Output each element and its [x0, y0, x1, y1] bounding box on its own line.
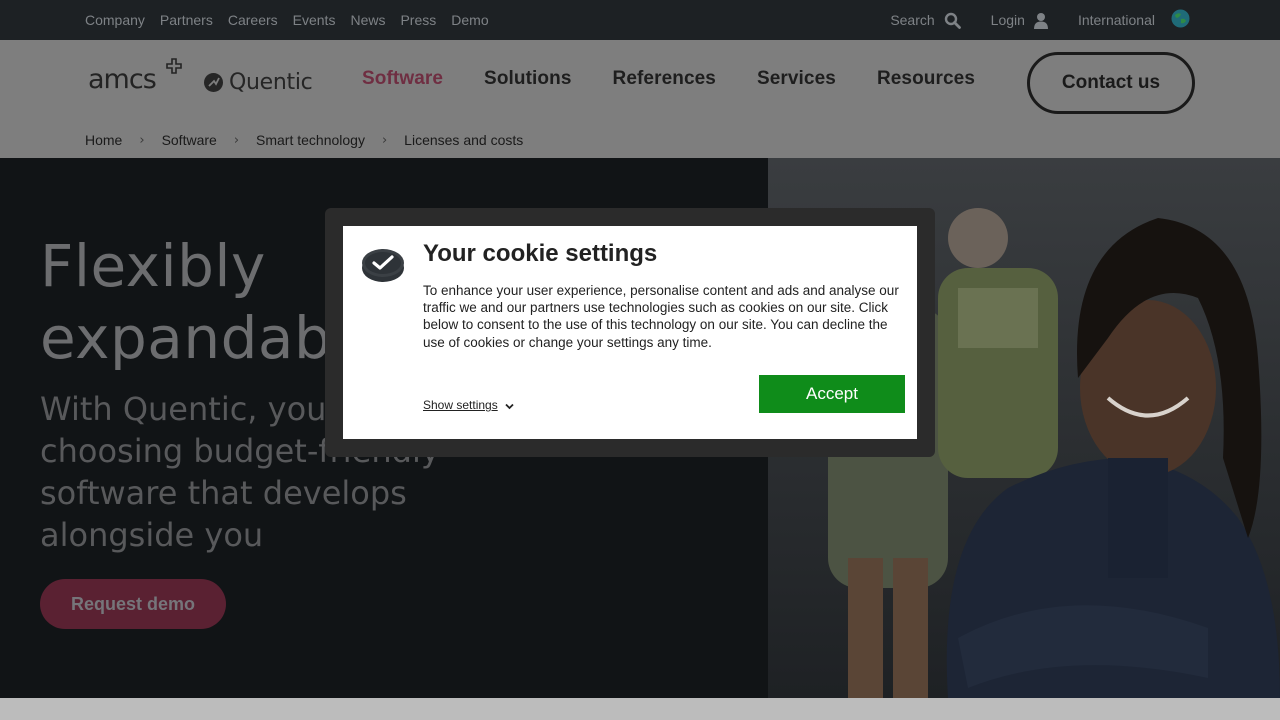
utility-link-news[interactable]: News: [350, 12, 385, 28]
nav-item-services[interactable]: Services: [757, 68, 836, 90]
amcs-logo-text: amcs: [88, 64, 156, 92]
quentic-logo-icon: [204, 72, 223, 92]
search-icon: [944, 12, 961, 29]
breadcrumb-items: Home › Software › Smart technology › Lic…: [85, 132, 523, 148]
main-navigation: amcs Quentic Software Solutions Referenc…: [0, 40, 1280, 124]
breadcrumb-software[interactable]: Software: [162, 132, 217, 148]
user-icon: [1033, 12, 1048, 29]
utility-actions: Search Login International: [890, 0, 1190, 40]
breadcrumb-home[interactable]: Home: [85, 132, 122, 148]
login-label: Login: [990, 12, 1025, 28]
nav-item-software[interactable]: Software: [362, 68, 443, 90]
quentic-logo[interactable]: Quentic: [203, 70, 313, 95]
contact-us-button[interactable]: Contact us: [1027, 52, 1195, 114]
show-settings-label: Show settings: [423, 398, 498, 412]
cookie-dialog-text: To enhance your user experience, persona…: [423, 283, 899, 350]
search-button[interactable]: Search: [890, 12, 961, 29]
breadcrumb-separator: ›: [139, 132, 145, 148]
hero-title-line-2: expandab: [40, 304, 332, 372]
hero-subtitle-line-4: alongside you: [40, 516, 264, 554]
hero-title-line-1: Flexibly: [40, 232, 266, 300]
region-selector[interactable]: International: [1077, 9, 1190, 28]
cookie-icon: [360, 246, 406, 288]
breadcrumb-separator: ›: [233, 132, 240, 148]
accept-cookies-button[interactable]: Accept: [759, 375, 905, 413]
request-demo-button[interactable]: Request demo: [40, 579, 226, 629]
utility-link-company[interactable]: Company: [85, 12, 145, 28]
footer-strip: [0, 698, 1280, 720]
breadcrumb: Home › Software › Smart technology › Lic…: [0, 124, 1280, 158]
breadcrumb-separator: ›: [381, 132, 388, 148]
region-label: International: [1077, 12, 1155, 28]
nav-item-solutions[interactable]: Solutions: [484, 68, 571, 90]
breadcrumb-smart-technology[interactable]: Smart technology: [256, 132, 365, 148]
utility-link-partners[interactable]: Partners: [160, 12, 213, 28]
cookie-dialog-title: Your cookie settings: [423, 240, 658, 267]
globe-icon: [1171, 9, 1190, 27]
search-label: Search: [890, 12, 935, 28]
nav-item-references[interactable]: References: [613, 68, 716, 90]
amcs-logo-graphic: amcs: [88, 58, 182, 95]
chevron-down-icon: [505, 403, 514, 410]
utility-link-press[interactable]: Press: [400, 12, 436, 28]
utility-links: Company Partners Careers Events News Pre…: [85, 0, 489, 40]
show-settings-link[interactable]: Show settings: [423, 398, 514, 412]
breadcrumb-licenses-and-costs: Licenses and costs: [404, 132, 524, 148]
utility-bar: Company Partners Careers Events News Pre…: [0, 0, 1280, 40]
hero-subtitle-line-3: software that develops: [40, 474, 407, 512]
cookie-dialog: Your cookie settings To enhance your use…: [343, 226, 917, 439]
primary-menu: Software Solutions References Services R…: [362, 68, 975, 90]
utility-link-demo[interactable]: Demo: [451, 12, 488, 28]
login-button[interactable]: Login: [991, 12, 1048, 29]
nav-item-resources[interactable]: Resources: [877, 68, 975, 90]
utility-link-events[interactable]: Events: [293, 12, 336, 28]
amcs-logo[interactable]: amcs: [88, 58, 184, 96]
utility-link-careers[interactable]: Careers: [228, 12, 278, 28]
quentic-logo-text: Quentic: [229, 70, 313, 95]
hero-subtitle-line-1: With Quentic, you: [40, 390, 327, 428]
